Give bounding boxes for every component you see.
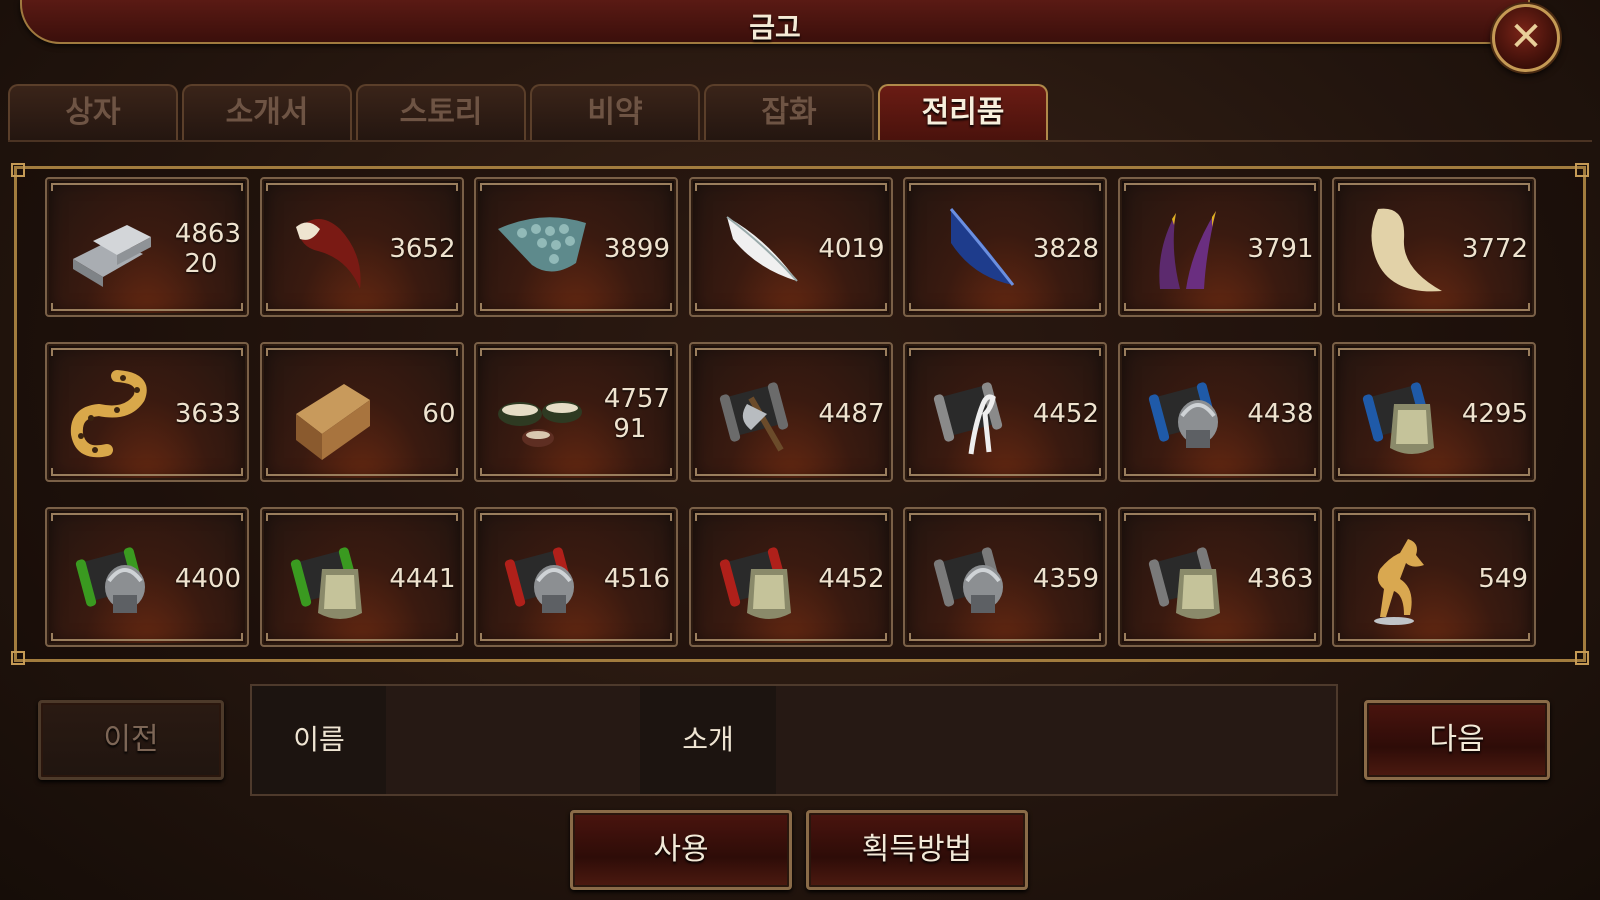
item-slot[interactable]: 4516 <box>474 507 678 647</box>
item-grid: 4863 20 3652 3899 4019 3828 3791 3772 363… <box>11 163 1589 665</box>
beast-claw-icon <box>278 199 378 299</box>
item-count: 4487 <box>818 399 885 429</box>
item-count: 4438 <box>1247 399 1314 429</box>
item-count: 3772 <box>1461 234 1528 264</box>
item-count: 3633 <box>174 399 241 429</box>
item-count: 4757 91 <box>603 384 670 444</box>
wooden-chest-icon <box>278 364 378 464</box>
tusk-icon <box>1350 199 1450 299</box>
item-slot[interactable]: 3772 <box>1332 177 1536 317</box>
item-slot[interactable]: 3633 <box>45 342 249 482</box>
grey-scroll-helmet-icon <box>921 529 1021 629</box>
red-scroll-armor-icon <box>707 529 807 629</box>
tab-story[interactable]: 스토리 <box>356 84 526 140</box>
corner-ornament <box>11 651 25 665</box>
close-x-icon: ✕ <box>1509 14 1543 60</box>
item-count: 4019 <box>818 234 885 264</box>
item-slot[interactable]: 4863 20 <box>45 177 249 317</box>
item-count: 3652 <box>389 234 456 264</box>
item-slot[interactable]: 4452 <box>903 342 1107 482</box>
item-slot[interactable]: 3652 <box>259 177 464 317</box>
name-label: 이름 <box>252 686 386 794</box>
blue-scroll-armor-icon <box>1350 364 1450 464</box>
corner-ornament <box>1575 163 1589 177</box>
item-slot[interactable]: 4359 <box>903 507 1107 647</box>
item-info-box: 이름 소개 <box>250 684 1338 796</box>
item-slot[interactable]: 4363 <box>1117 507 1322 647</box>
silver-ingots-icon <box>63 199 163 299</box>
corner-ornament <box>11 163 25 177</box>
item-slot[interactable]: 4757 91 <box>474 342 678 482</box>
next-button[interactable]: 다음 <box>1364 700 1550 780</box>
tab-loot[interactable]: 전리품 <box>878 84 1048 140</box>
corner-ornament <box>1575 651 1589 665</box>
item-slot[interactable]: 4441 <box>259 507 464 647</box>
item-slot[interactable]: 3899 <box>474 177 678 317</box>
item-count: 4452 <box>1032 399 1099 429</box>
item-count: 4295 <box>1461 399 1528 429</box>
item-count: 60 <box>422 399 456 429</box>
acquire-method-button[interactable]: 획득방법 <box>806 810 1028 890</box>
vault-window: 금고 ✕ 상자 소개서 스토리 비약 잡화 전리품 4863 20 3652 38… <box>0 0 1600 900</box>
red-scroll-helmet-icon <box>492 529 592 629</box>
item-count: 4863 20 <box>174 219 241 279</box>
window-title: 금고 <box>749 11 801 44</box>
use-button[interactable]: 사용 <box>570 810 792 890</box>
blue-scroll-helmet-icon <box>1136 364 1236 464</box>
tab-divider <box>8 140 1592 142</box>
description-label: 소개 <box>640 686 776 794</box>
white-feather-icon <box>707 199 807 299</box>
purple-horns-icon <box>1136 199 1236 299</box>
scroll-axe-icon <box>707 364 807 464</box>
title-bar: 금고 <box>20 0 1530 44</box>
tab-box[interactable]: 상자 <box>8 84 178 140</box>
tab-elixir[interactable]: 비약 <box>530 84 700 140</box>
item-slot[interactable]: 4452 <box>688 507 893 647</box>
item-count: 4452 <box>818 564 885 594</box>
item-count: 4363 <box>1247 564 1314 594</box>
item-slot[interactable]: 60 <box>259 342 464 482</box>
golden-horse-icon <box>1350 529 1450 629</box>
item-slot[interactable]: 3828 <box>903 177 1107 317</box>
item-slot[interactable]: 4438 <box>1117 342 1322 482</box>
tab-misc[interactable]: 잡화 <box>704 84 874 140</box>
item-count: 3828 <box>1032 234 1099 264</box>
item-count: 4516 <box>603 564 670 594</box>
item-slot[interactable]: 4295 <box>1332 342 1536 482</box>
category-tabs: 상자 소개서 스토리 비약 잡화 전리품 <box>8 84 1068 140</box>
item-slot[interactable]: 549 <box>1332 507 1536 647</box>
item-slot[interactable]: 4487 <box>688 342 893 482</box>
item-count: 4441 <box>389 564 456 594</box>
tab-introduction[interactable]: 소개서 <box>182 84 352 140</box>
prev-button[interactable]: 이전 <box>38 700 224 780</box>
item-slot[interactable]: 3791 <box>1117 177 1322 317</box>
leopard-tail-icon <box>63 364 163 464</box>
blue-feather-icon <box>921 199 1021 299</box>
grey-scroll-armor-icon <box>1136 529 1236 629</box>
green-scroll-armor-icon <box>278 529 378 629</box>
close-button[interactable]: ✕ <box>1492 4 1560 72</box>
item-count: 549 <box>1478 564 1528 594</box>
item-count: 4400 <box>174 564 241 594</box>
item-count: 4359 <box>1032 564 1099 594</box>
item-count: 3899 <box>603 234 670 264</box>
item-slot[interactable]: 4019 <box>688 177 893 317</box>
scale-armor-icon <box>492 199 592 299</box>
item-slot[interactable]: 4400 <box>45 507 249 647</box>
item-count: 3791 <box>1247 234 1314 264</box>
tea-bowls-icon <box>492 364 592 464</box>
green-scroll-helmet-icon <box>63 529 163 629</box>
scroll-crane-icon <box>921 364 1021 464</box>
